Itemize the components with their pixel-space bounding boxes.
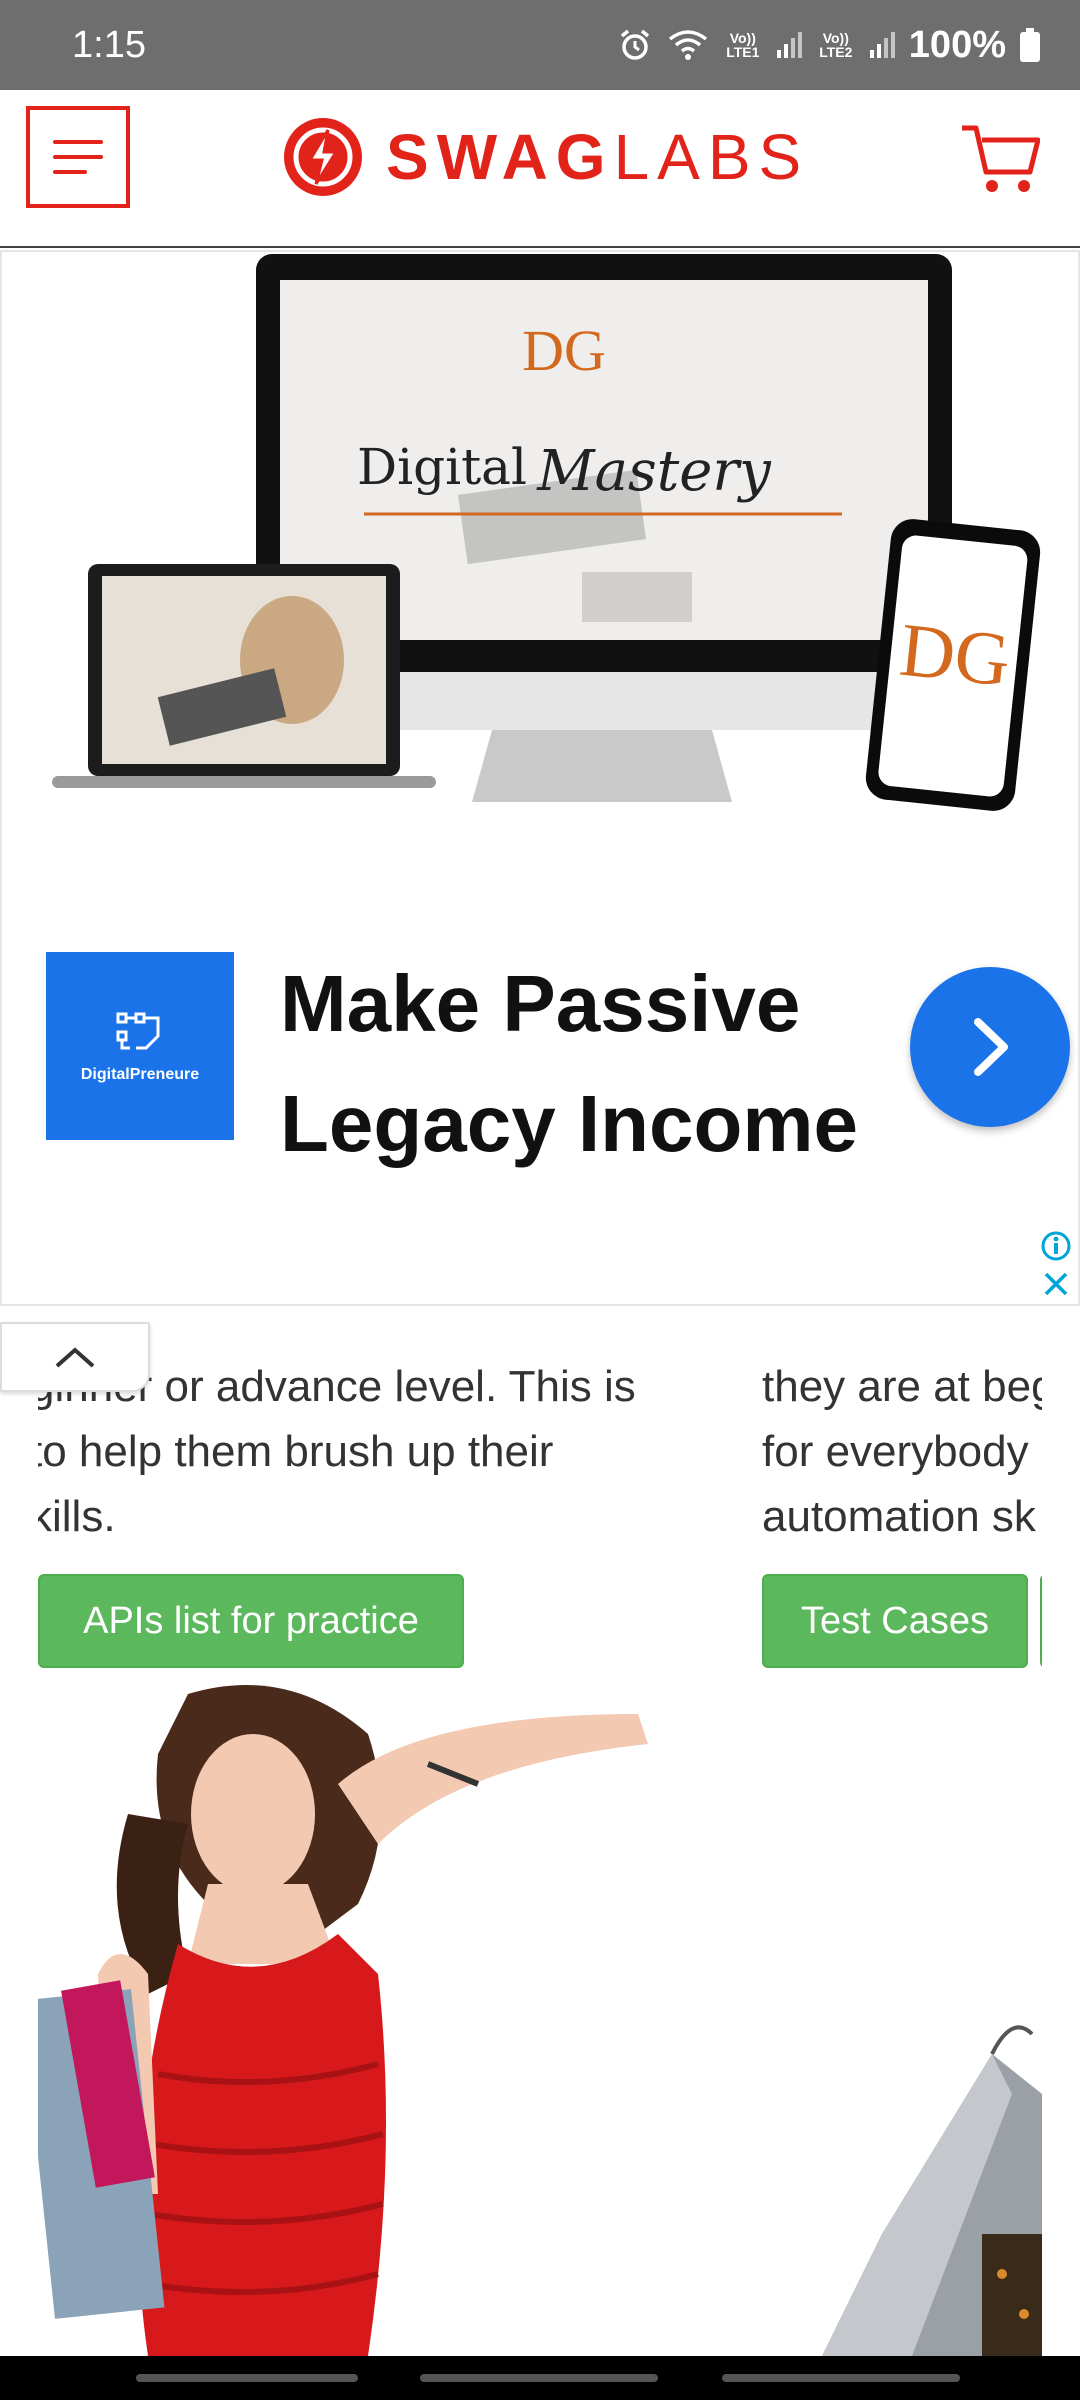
cart-icon[interactable] xyxy=(960,118,1040,198)
menu-icon xyxy=(53,140,103,144)
battery-icon xyxy=(1020,28,1040,62)
status-bar: 1:15 Vo)) LTE1 Vo)) LTE2 100% xyxy=(0,0,1080,90)
alarm-icon xyxy=(620,29,649,60)
ad-headline[interactable]: Make Passive Legacy Income xyxy=(280,944,920,1184)
next-button-partial[interactable] xyxy=(1040,1574,1042,1668)
shopping-woman-image xyxy=(38,1674,684,2356)
screen-title-a: Digital xyxy=(357,438,527,496)
apis-list-button[interactable]: APIs list for practice xyxy=(38,1574,464,1668)
chevron-right-icon xyxy=(974,1018,1008,1076)
battery-percent: 100% xyxy=(908,23,1006,66)
dg-logo-phone: DG xyxy=(896,608,1014,703)
chevron-up-icon xyxy=(55,1347,95,1368)
ad-row: DigitalPreneure Make Passive Legacy Inco… xyxy=(44,952,1074,1168)
menu-button[interactable] xyxy=(26,106,130,208)
ad-close-icon[interactable] xyxy=(1042,1270,1070,1298)
system-nav-bar xyxy=(0,2356,1080,2400)
nav-home-handle[interactable] xyxy=(420,2374,658,2382)
status-icons: Vo)) LTE1 Vo)) LTE2 100% xyxy=(617,22,1040,68)
ad-cta-button[interactable] xyxy=(910,967,1070,1127)
collapse-toggle[interactable] xyxy=(0,1322,150,1392)
feature-card: they are at beg for everybody automation… xyxy=(762,1308,1042,2356)
nav-recent-handle[interactable] xyxy=(136,2374,358,2382)
advertiser-logo[interactable]: DigitalPreneure xyxy=(46,952,234,1140)
signal-icon-sim1 xyxy=(776,32,802,58)
advertisement-banner[interactable]: DG Digital Mastery DG DigitalPreneure Ma… xyxy=(0,250,1080,1306)
ad-devices-image: DG Digital Mastery DG xyxy=(52,254,1041,811)
lightning-logo-icon xyxy=(284,118,362,196)
dg-logo-screen: DG xyxy=(522,318,606,383)
app-header: SWAGLABS xyxy=(0,90,1080,248)
sim2-label: Vo)) LTE2 xyxy=(819,30,853,60)
signal-icon-sim2 xyxy=(869,32,895,58)
wifi-icon xyxy=(668,30,707,60)
sim1-label: Vo)) LTE1 xyxy=(726,30,760,60)
status-time: 1:15 xyxy=(72,24,146,66)
screen-title-b: Mastery xyxy=(536,439,772,504)
page-content: ginner or advance level. This is to help… xyxy=(0,1308,1080,2356)
test-cases-button[interactable]: Test Cases xyxy=(762,1574,1028,1668)
nav-back-handle[interactable] xyxy=(722,2374,960,2382)
feature-card: ginner or advance level. This is to help… xyxy=(38,1308,684,2356)
advertiser-name: DigitalPreneure xyxy=(80,1066,200,1083)
shopping-bags-image xyxy=(762,1674,1042,2356)
ad-info-icon[interactable] xyxy=(1040,1230,1072,1262)
swaglabs-logo[interactable]: SWAGLABS xyxy=(282,114,809,200)
chip-icon xyxy=(116,1012,160,1050)
logo-text: SWAGLABS xyxy=(386,121,810,193)
card-description: they are at beg for everybody automation… xyxy=(762,1362,1042,1541)
